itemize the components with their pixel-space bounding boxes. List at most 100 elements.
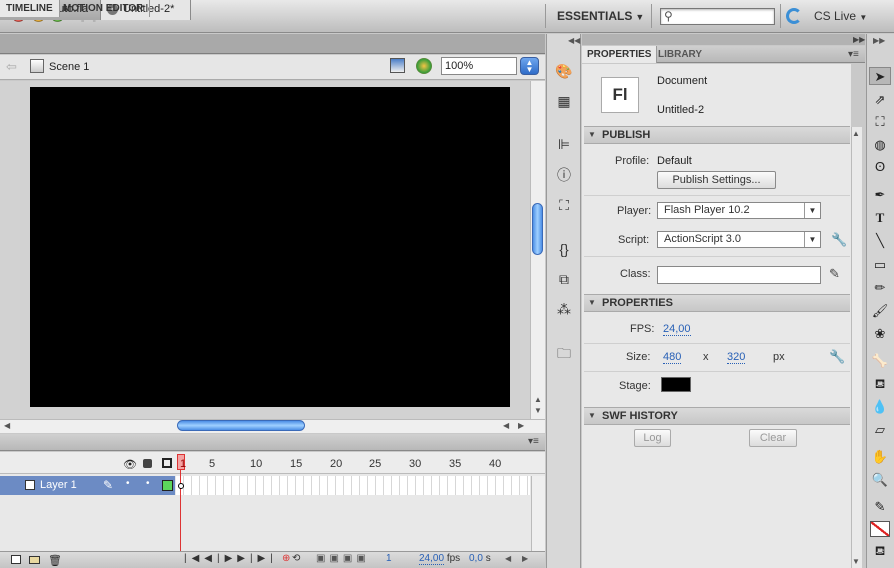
align-icon[interactable]: ⊫ [555,136,573,152]
color-palette-icon[interactable]: 🎨 [555,63,573,79]
collapse-panel-icon[interactable]: ▶▶ [853,35,865,44]
player-select[interactable]: Flash Player 10.2 ▼ [657,202,821,219]
tab-timeline[interactable]: TIMELINE [0,0,60,17]
log-button[interactable]: Log [634,429,671,447]
center-frame-icon[interactable]: ⊕ [282,553,290,564]
pencil-tool-icon[interactable]: ✏ [869,279,891,297]
class-input[interactable] [657,266,821,284]
free-transform-tool-icon[interactable]: ⛶ [869,113,891,131]
scroll-left-icon[interactable]: ◀ [505,554,511,563]
properties-section-header[interactable]: PROPERTIES [584,294,850,312]
panel-menu-icon[interactable]: ▾≡ [848,49,859,60]
deco-tool-icon[interactable]: ❀ [869,325,891,343]
horizontal-scroll-thumb[interactable] [177,420,305,431]
scroll-up-icon[interactable]: ▲ [534,395,542,404]
stage-canvas[interactable] [30,87,510,407]
width-value[interactable]: 480 [663,351,682,364]
wrench-icon[interactable]: 🔧 [831,232,847,248]
back-arrow-icon[interactable]: ⇦ [6,59,17,75]
height-value[interactable]: 320 [727,351,746,364]
eraser-tool-icon[interactable]: ▱ [869,421,891,439]
zoom-tool-icon[interactable]: 🔍 [869,471,891,489]
frame-cells[interactable] [176,476,530,495]
stroke-color-icon[interactable]: ✎ [869,498,891,516]
brush-tool-icon[interactable]: 🖌 [869,302,891,320]
scroll-up-icon[interactable]: ▲ [852,129,860,138]
components-icon[interactable]: ⧉ [555,271,573,287]
actions-icon[interactable]: {} [555,241,573,257]
pencil-icon[interactable]: ✎ [829,266,840,282]
script-select[interactable]: ActionScript 3.0 ▼ [657,231,821,248]
collapse-tools-icon[interactable]: ▶▶ [873,36,885,45]
onion-skin-icons[interactable]: ▣▣▣▣ [316,553,370,564]
outline-icon[interactable] [162,458,172,468]
properties-scrollbar[interactable] [851,127,862,568]
subselection-tool-icon[interactable]: ⇗ [869,91,891,109]
lasso-tool-icon[interactable]: ʘ [869,158,891,176]
timeline-scrollbar[interactable] [531,476,545,551]
frame-rate[interactable]: 24,00 fps [419,553,460,565]
eyedropper-tool-icon[interactable]: 💧 [869,398,891,416]
frame-number: 20 [330,458,343,470]
selection-tool-icon[interactable]: ➤ [869,67,891,85]
swatches-icon[interactable]: ▦ [555,93,573,109]
scroll-down-icon[interactable]: ▼ [534,406,542,415]
3d-rotation-tool-icon[interactable]: ◍ [869,136,891,154]
stage-color-swatch[interactable] [661,377,691,392]
new-layer-icon[interactable] [11,555,21,564]
workspace-switcher[interactable]: ESSENTIALS ▼ [557,9,644,23]
zoom-field[interactable]: 100% [441,57,517,75]
layer-name[interactable]: Layer 1 [40,479,77,491]
stroke-swatch[interactable] [870,521,890,537]
search-input[interactable] [660,8,775,25]
new-folder-icon[interactable] [29,556,40,564]
trash-icon[interactable]: 🗑 [48,554,62,567]
hand-tool-icon[interactable]: ✋ [869,448,891,466]
cs-live-icon[interactable] [786,8,802,24]
frame-ruler[interactable] [0,452,545,474]
scroll-left-icon[interactable]: ◀ [503,421,509,430]
transform-icon[interactable]: ⛶ [555,197,573,213]
scroll-right-icon[interactable]: ▶ [518,421,524,430]
tab-motion-editor[interactable]: MOTION EDITOR [57,0,151,17]
lock-dot[interactable]: • [146,478,150,489]
publish-section-header[interactable]: PUBLISH [584,126,850,144]
current-frame[interactable]: 1 [386,553,392,564]
scene-label[interactable]: Scene 1 [49,61,89,73]
tab-properties[interactable]: PROPERTIES [582,46,658,63]
edit-scene-icon[interactable] [390,58,405,73]
clear-button[interactable]: Clear [749,429,797,447]
fps-value[interactable]: 24,00 [663,323,691,336]
bone-tool-icon[interactable]: 🦴 [869,352,891,370]
lock-icon[interactable] [143,459,152,468]
text-tool-icon[interactable]: T [869,209,891,227]
zoom-stepper[interactable]: ▲ ▼ [520,57,539,75]
visibility-dot[interactable]: • [126,478,130,489]
publish-settings-button[interactable]: Publish Settings... [657,171,776,189]
swf-history-section-header[interactable]: SWF HISTORY [584,407,850,425]
rectangle-tool-icon[interactable]: ▭ [869,256,891,274]
layer-color-swatch[interactable] [162,480,173,491]
wrench-icon[interactable]: 🔧 [829,349,845,365]
scroll-right-icon[interactable]: ▶ [522,554,528,563]
scroll-left-icon[interactable]: ◀ [4,421,10,430]
info-icon[interactable]: ⓘ [555,167,573,183]
pen-tool-icon[interactable]: ✒ [869,186,891,204]
project-icon[interactable]: 🗀 [555,345,573,361]
elapsed-time[interactable]: 0,0 s [469,553,491,564]
tab-library[interactable]: LIBRARY [652,46,708,63]
scroll-down-icon[interactable]: ▼ [852,557,860,566]
edit-symbols-icon[interactable] [416,58,432,74]
vertical-scroll-thumb[interactable] [532,203,543,255]
fill-color-icon[interactable]: ⛾ [869,542,891,560]
playback-controls[interactable]: |◀◀|▶▶|▶| [184,553,278,564]
expand-panels-icon[interactable]: ◀◀ [568,36,580,45]
cs-live-menu[interactable]: CS Live ▼ [814,9,867,23]
loop-icon[interactable]: ⟲ [292,553,300,564]
eye-icon[interactable]: 👁 [123,458,137,471]
line-tool-icon[interactable]: ╲ [869,232,891,250]
keyframe-marker[interactable] [178,483,184,489]
motion-presets-icon[interactable]: ⁂ [555,301,573,317]
panel-menu-icon[interactable]: ▾≡ [528,436,539,447]
paint-bucket-tool-icon[interactable]: ⛾ [869,375,891,393]
